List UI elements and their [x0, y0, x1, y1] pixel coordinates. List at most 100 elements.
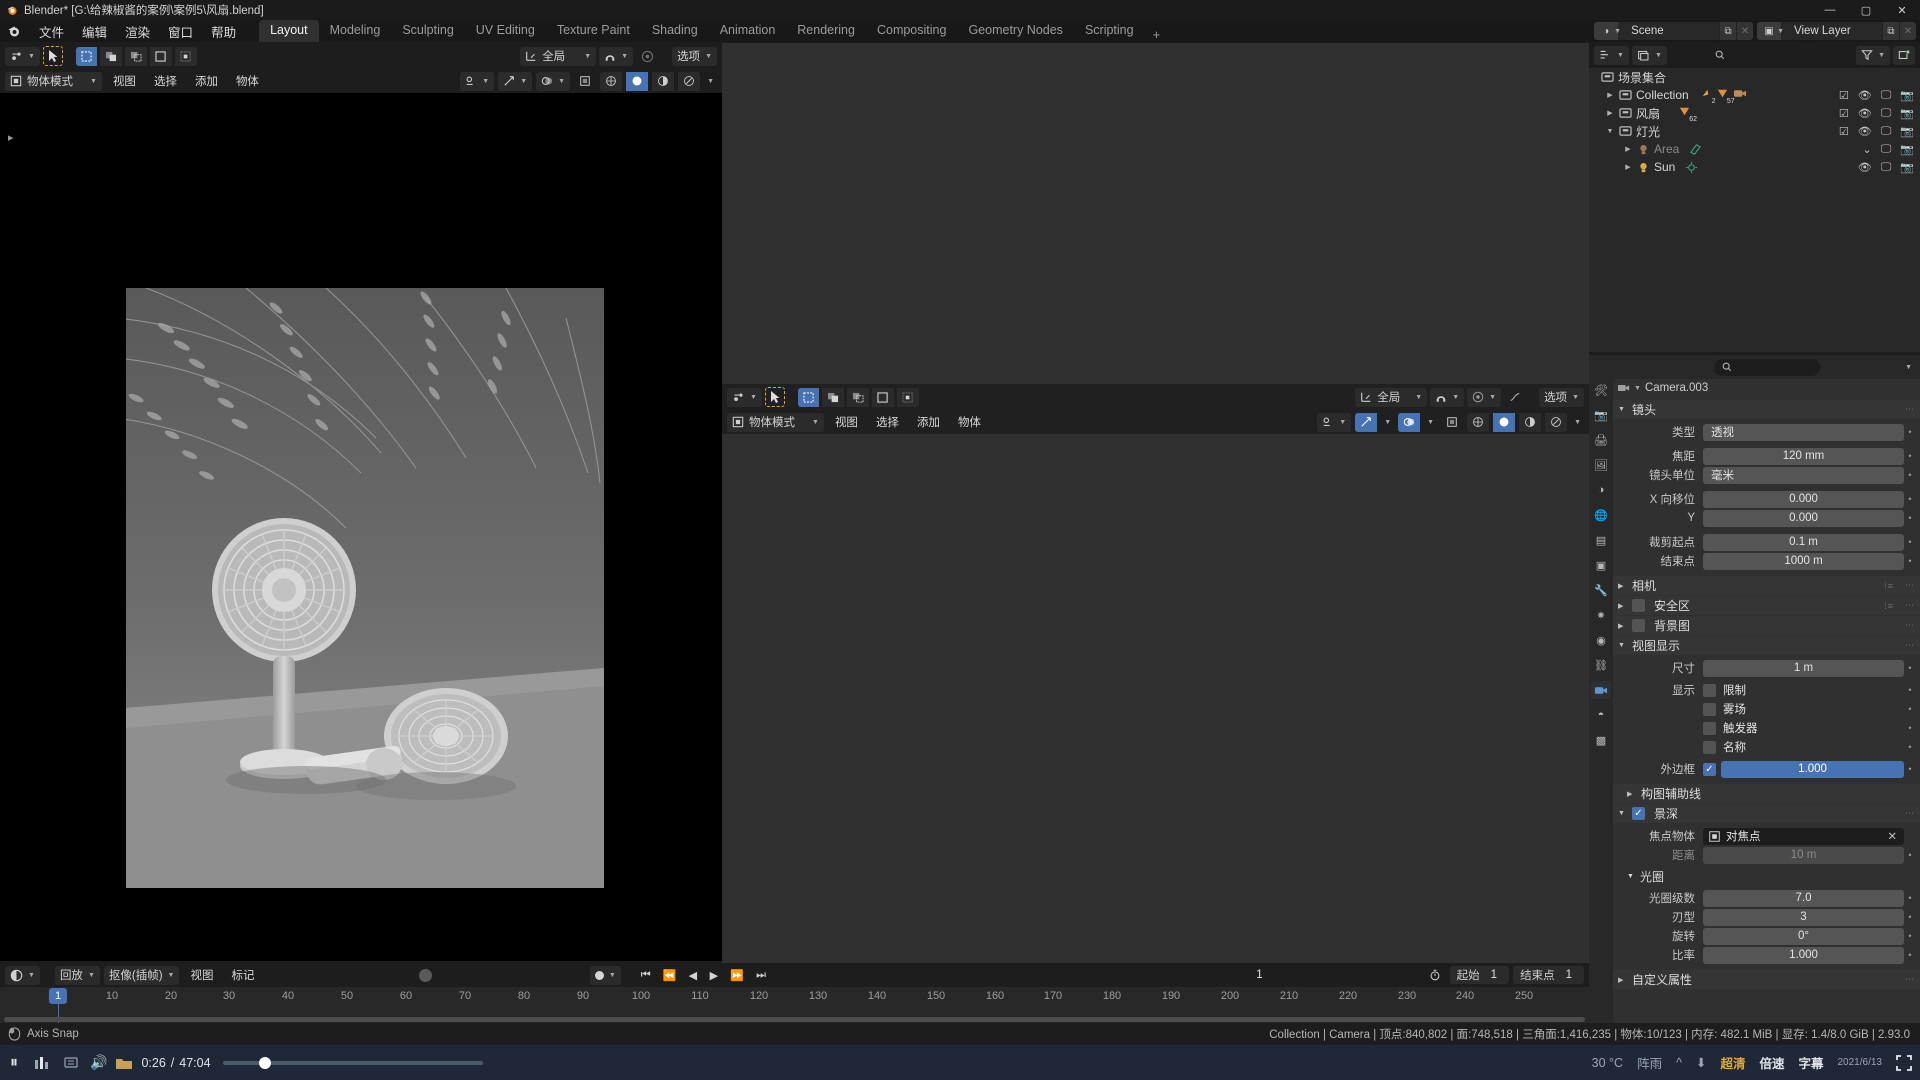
main-shading-solid-button[interactable]	[1493, 412, 1516, 432]
shading-material-button[interactable]	[652, 71, 675, 91]
render-camera-icon[interactable]: 📷	[1900, 125, 1914, 138]
left-menu-add[interactable]: 添加	[188, 71, 225, 91]
main-shading-wireframe-button[interactable]	[1467, 412, 1490, 432]
render-camera-icon[interactable]: 📷	[1900, 161, 1914, 174]
outliner-row-lights[interactable]: ▼ 灯光 ☑ 👁 🖵 📷	[1589, 122, 1920, 140]
outliner-row-scene-collection[interactable]: 场景集合	[1589, 68, 1920, 86]
subtitle-button[interactable]: 字幕	[1798, 1053, 1823, 1072]
select-intersect-mode-button[interactable]	[174, 46, 197, 66]
view-layer-unlink-button[interactable]: ✕	[1899, 22, 1916, 40]
screen-icon[interactable]: 🖵	[1881, 107, 1892, 120]
animate-dot-icon[interactable]: •	[1904, 685, 1916, 695]
frame-start-field[interactable]: 起始 1	[1449, 966, 1510, 984]
panel-header-custom-properties[interactable]: ▶ 自定义属性 ⋯	[1613, 970, 1920, 989]
panel-header-viewport-display[interactable]: ▼ 视图显示 ⋯	[1613, 636, 1920, 655]
main-select-subtract-button[interactable]	[846, 387, 869, 407]
main-viewport-sidebar-toggle[interactable]: ‹	[728, 103, 732, 115]
frame-end-value[interactable]: 1	[1562, 969, 1584, 981]
screen-icon[interactable]: 🖵	[1881, 125, 1892, 138]
prop-tab-output[interactable]: 🖨	[1591, 431, 1611, 449]
main-shading-chevron-down-icon[interactable]: ▼	[1571, 419, 1584, 426]
left-overlays-selector[interactable]: ▼	[536, 71, 571, 91]
main-visibility-selector[interactable]: ▼	[1317, 412, 1352, 432]
timeline-menu-marker[interactable]: 标记	[224, 965, 261, 985]
timeline-auto-key-selector[interactable]: ▼	[589, 965, 621, 985]
main-xray-toggle[interactable]	[1441, 413, 1463, 432]
tab-layout[interactable]: Layout	[259, 20, 319, 42]
outliner-search-input[interactable]	[1707, 46, 1816, 64]
prop-tab-texture[interactable]: ▩	[1591, 731, 1611, 749]
field-lens-type[interactable]: 透视	[1703, 423, 1904, 441]
animate-dot-icon[interactable]: •	[1904, 556, 1916, 566]
main-overlays-chevron-down-icon[interactable]: ▼	[1424, 419, 1437, 426]
animate-dot-icon[interactable]: •	[1904, 850, 1916, 860]
field-focal-length[interactable]: 120 mm	[1703, 447, 1904, 465]
left-menu-select[interactable]: 选择	[147, 71, 184, 91]
field-display-size[interactable]: 1 m	[1703, 659, 1904, 677]
main-shading-rendered-button[interactable]	[1545, 412, 1568, 432]
left-shading-chevron-down-icon[interactable]: ▼	[704, 78, 717, 85]
animate-dot-icon[interactable]: •	[1904, 704, 1916, 714]
timeline-editor-type-selector[interactable]: ▼	[5, 965, 40, 985]
jump-to-start-button[interactable]: ⏮	[636, 966, 656, 985]
checkbox-limits[interactable]	[1703, 683, 1716, 697]
menu-help[interactable]: 帮助	[202, 20, 245, 43]
outliner-expand-lights-icon[interactable]: ▼	[1603, 128, 1617, 135]
tab-sculpting[interactable]: Sculpting	[391, 20, 464, 42]
outliner-expand-sun-icon[interactable]: ▶	[1621, 163, 1635, 171]
transform-orientation-selector[interactable]: 全局 ▼	[520, 46, 597, 66]
panel-header-safe-areas[interactable]: ▶ 安全区 ⁞≡ ⋯	[1613, 596, 1920, 615]
outliner-restrict-lights[interactable]: ☑ 👁 🖵 📷	[1839, 125, 1914, 138]
progress-knob[interactable]	[258, 1056, 271, 1069]
jump-to-end-button[interactable]: ⏭	[751, 966, 771, 985]
panel-header-lens[interactable]: ▼ 镜头 ⋯	[1613, 400, 1920, 419]
prop-tab-material[interactable]: ◓	[1591, 706, 1611, 724]
scene-name[interactable]: Scene	[1623, 22, 1719, 40]
left-active-tool-button[interactable]	[42, 46, 63, 66]
outliner-restrict-fan[interactable]: ☑ 👁 🖵 📷	[1839, 107, 1914, 120]
animate-dot-icon[interactable]: •	[1904, 950, 1916, 960]
prop-tab-particles[interactable]: ✷	[1591, 606, 1611, 624]
panel-header-background-images[interactable]: ▶ 背景图 ⋯	[1613, 616, 1920, 635]
panel-background-checkbox[interactable]	[1632, 619, 1645, 632]
play-reverse-button[interactable]: ◀	[683, 966, 702, 985]
menu-render[interactable]: 渲染	[116, 20, 159, 43]
main-menu-add[interactable]: 添加	[910, 412, 947, 432]
main-active-tool-button[interactable]	[764, 387, 785, 407]
prop-tab-physics[interactable]: ◉	[1591, 631, 1611, 649]
animate-dot-icon[interactable]: •	[1904, 764, 1916, 774]
download-icon[interactable]: ⬇	[1696, 1055, 1706, 1070]
timeline-keying-menu[interactable]: 抠像(插帧) ▼	[103, 965, 180, 985]
outliner-row-sun-light[interactable]: ▶ Sun 👁 🖵 📷	[1589, 158, 1920, 176]
outliner-row-collection[interactable]: ▶ Collection 2 57 ☑ 👁 🖵 📷	[1589, 86, 1920, 105]
add-workspace-button[interactable]: +	[1145, 27, 1169, 42]
render-camera-icon[interactable]: 📷	[1900, 143, 1914, 156]
tab-texture-paint[interactable]: Texture Paint	[546, 20, 641, 42]
main-extra-tool-button[interactable]	[1504, 388, 1526, 407]
outliner-new-collection-button[interactable]	[1893, 45, 1915, 65]
left-gizmo-selector[interactable]: ▼	[498, 71, 533, 91]
shading-solid-button[interactable]	[626, 71, 649, 91]
view-layer-name[interactable]: View Layer	[1786, 22, 1882, 40]
menu-edit[interactable]: 编辑	[73, 20, 116, 43]
outliner-row-fan[interactable]: ▶ 风扇 62 ☑ 👁 🖵 📷	[1589, 104, 1920, 124]
tab-compositing[interactable]: Compositing	[866, 20, 957, 42]
window-controls[interactable]: — ▢ ✕	[1812, 0, 1920, 20]
left-viewport-sidebar-toggle[interactable]: ▸	[8, 131, 14, 144]
outliner-expand-area-icon[interactable]: ▶	[1621, 145, 1635, 153]
outliner-restrict-collection[interactable]: ☑ 👁 🖵 📷	[1839, 89, 1914, 102]
volume-icon[interactable]: 🔊	[90, 1054, 107, 1071]
tab-scripting[interactable]: Scripting	[1074, 20, 1145, 42]
checkbox-icon[interactable]: ☑	[1839, 107, 1849, 120]
left-interaction-mode-selector[interactable]: 物体模式 ▼	[5, 71, 102, 91]
frame-start-value[interactable]: 1	[1487, 969, 1509, 981]
scene-unlink-button[interactable]: ✕	[1736, 22, 1754, 40]
main-editor-type-selector[interactable]: ▼	[727, 387, 762, 407]
field-focus-distance[interactable]: 10 m	[1703, 846, 1904, 864]
frame-end-field[interactable]: 结束点 1	[1513, 966, 1584, 984]
maximize-button[interactable]: ▢	[1848, 0, 1884, 20]
left-menu-view[interactable]: 视图	[106, 71, 143, 91]
eye-closed-icon[interactable]: ⌄	[1862, 143, 1871, 156]
prop-tab-view-layer[interactable]: 🖼	[1591, 456, 1611, 474]
equalizer-icon[interactable]	[34, 1056, 50, 1070]
